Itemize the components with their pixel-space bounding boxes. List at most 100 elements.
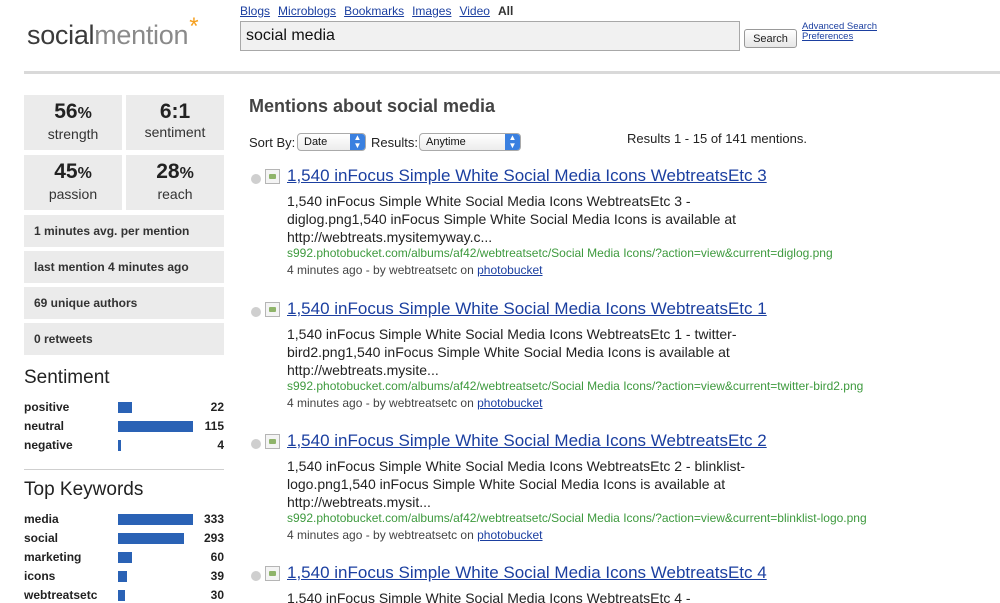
keywords-count: 60 [210,550,224,564]
keywords-label[interactable]: icons [24,569,55,583]
result-source-link[interactable]: photobucket [477,263,542,277]
sort-by-select[interactable]: Date ▲ ▼ [297,133,366,151]
result-url: s992.photobucket.com/albums/af42/webtrea… [287,246,833,260]
stat-strength-value: 56 [54,100,78,123]
keywords-bar [118,514,193,525]
image-thumbnail-icon[interactable] [265,302,280,317]
results-time-select[interactable]: Anytime ▲ ▼ [419,133,521,151]
result-title-link[interactable]: 1,540 inFocus Simple White Social Media … [287,299,767,319]
stat-strength: 56% strength [24,95,122,150]
result-meta-text: 4 minutes ago - by webtreatsetc on [287,528,474,542]
keywords-bar [118,571,127,582]
info-unique-authors: 69 unique authors [24,287,224,319]
stat-passion: 45% passion [24,155,122,210]
result-snippet: 1,540 inFocus Simple White Social Media … [287,590,691,603]
stat-strength-unit: % [77,105,92,122]
result-source-link[interactable]: photobucket [477,528,542,542]
stat-passion-value: 45 [54,160,78,183]
nav-images[interactable]: Images [412,4,451,18]
keywords-count: 333 [203,512,224,526]
bullet-icon [251,571,261,581]
nav-microblogs[interactable]: Microblogs [278,4,336,18]
search-type-nav: Blogs Microblogs Bookmarks Images Video … [240,4,513,18]
sentiment-count: 22 [210,400,224,414]
bullet-icon [251,439,261,449]
stat-reach-label: reach [157,186,193,202]
image-thumbnail-icon[interactable] [265,434,280,449]
stat-passion-unit: % [77,165,92,182]
keywords-heading: Top Keywords [24,479,144,500]
stat-sentiment: 6:1 sentiment [126,95,224,150]
keywords-bar [118,590,125,601]
image-thumbnail-icon[interactable] [265,169,280,184]
info-avg-per-mention: 1 minutes avg. per mention [24,215,224,247]
sentiment-row-negative[interactable]: negative 4 [24,437,224,454]
select-arrows-icon: ▲ ▼ [350,134,365,150]
bullet-icon [251,307,261,317]
result-url: s992.photobucket.com/albums/af42/webtrea… [287,379,864,393]
sentiment-count: 4 [217,438,224,452]
keywords-row-social[interactable]: social 293 [24,530,224,547]
keywords-label[interactable]: media [24,512,59,526]
sentiment-label[interactable]: neutral [24,419,64,433]
stat-sentiment-label: sentiment [144,124,206,140]
logo-star-icon: * [189,13,199,40]
result-meta-text: 4 minutes ago - by webtreatsetc on [287,396,474,410]
nav-video[interactable]: Video [459,4,489,18]
keywords-label[interactable]: social [24,531,58,545]
result-title-link[interactable]: 1,540 inFocus Simple White Social Media … [287,563,767,583]
sentiment-label[interactable]: positive [24,400,69,414]
result-title-link[interactable]: 1,540 inFocus Simple White Social Media … [287,166,767,186]
sentiment-count: 115 [204,419,224,433]
nav-bookmarks[interactable]: Bookmarks [344,4,404,18]
keywords-row-media[interactable]: media 333 [24,511,224,528]
search-input[interactable] [240,21,740,51]
keywords-row-icons[interactable]: icons 39 [24,568,224,585]
stat-passion-label: passion [48,186,98,202]
sentiment-row-positive[interactable]: positive 22 [24,399,224,416]
info-last-mention: last mention 4 minutes ago [24,251,224,283]
result-snippet: 1,540 inFocus Simple White Social Media … [287,458,746,510]
logo-part-mention: mention [94,20,189,50]
result-snippet: 1,540 inFocus Simple White Social Media … [287,326,737,378]
sentiment-row-neutral[interactable]: neutral 115 [24,418,224,435]
sort-by-label: Sort By: [249,135,296,150]
page-title: Mentions about social media [249,96,496,116]
preferences-link[interactable]: Preferences [802,32,877,42]
search-button[interactable]: Search [744,29,797,48]
stat-reach-unit: % [179,165,194,182]
stat-reach: 28% reach [126,155,224,210]
sentiment-heading: Sentiment [24,367,110,388]
keywords-bar [118,552,132,563]
select-arrows-icon: ▲ ▼ [505,134,520,150]
nav-all[interactable]: All [498,4,513,18]
keywords-row-webtreatsetc[interactable]: webtreatsetc 30 [24,587,224,603]
result-source-link[interactable]: photobucket [477,396,542,410]
result-meta: 4 minutes ago - by webtreatsetc on photo… [287,263,543,277]
keywords-label[interactable]: webtreatsetc [24,588,97,602]
result-snippet: 1,540 inFocus Simple White Social Media … [287,193,737,245]
sentiment-bar [118,440,121,451]
result-meta-text: 4 minutes ago - by webtreatsetc on [287,263,474,277]
result-meta: 4 minutes ago - by webtreatsetc on photo… [287,396,543,410]
keywords-row-marketing[interactable]: marketing 60 [24,549,224,566]
stat-reach-value: 28 [156,160,180,183]
logo-part-social: social [27,20,95,50]
nav-blogs[interactable]: Blogs [240,4,270,18]
keywords-label[interactable]: marketing [24,550,81,564]
keywords-bar [118,533,184,544]
result-title-link[interactable]: 1,540 inFocus Simple White Social Media … [287,431,767,451]
result-url: s992.photobucket.com/albums/af42/webtrea… [287,511,867,525]
search-options: Advanced Search Preferences [802,22,877,42]
sentiment-label[interactable]: negative [24,438,73,452]
image-thumbnail-icon[interactable] [265,566,280,581]
stat-strength-label: strength [47,126,99,142]
sentiment-bar [118,421,193,432]
keywords-count: 39 [210,569,224,583]
stat-sentiment-value: 6:1 [159,100,191,123]
keywords-count: 30 [210,588,224,602]
sort-by-value: Date [304,136,328,148]
info-retweets: 0 retweets [24,323,224,355]
keywords-count: 293 [203,531,224,545]
site-logo[interactable]: socialmention* [27,13,199,51]
